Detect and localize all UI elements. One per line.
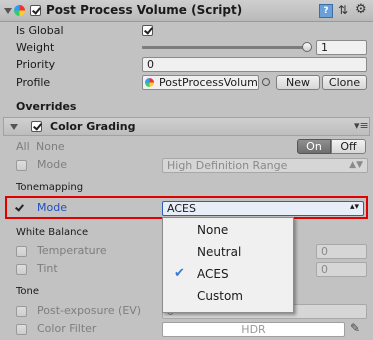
menu-item-aces[interactable]: ✔ ACES (163, 263, 293, 285)
is-global-checkbox[interactable] (142, 25, 153, 36)
tonemapping-mode-row: Mode ACES ▴▾ (0, 199, 373, 218)
post-exposure-override-checkbox[interactable] (16, 306, 27, 317)
color-filter-label: Color Filter (37, 322, 97, 335)
tint-override-checkbox[interactable] (16, 264, 27, 275)
menu-item-custom[interactable]: Custom (163, 285, 293, 307)
menu-item-aces-label: ACES (197, 267, 229, 281)
tonemapping-mode-label: Mode (37, 201, 67, 214)
help-icon[interactable]: ? (319, 4, 333, 18)
profile-label: Profile (16, 76, 51, 89)
tonemapping-mode-menu: None Neutral ✔ ACES Custom (162, 217, 294, 313)
color-grading-header[interactable]: Color Grading ▾≡ (3, 117, 370, 136)
is-global-label: Is Global (16, 24, 64, 37)
grading-mode-dropdown[interactable]: High Definition Range ▲▼ (162, 158, 368, 173)
color-filter-hdr-label: HDR (241, 323, 266, 336)
effect-foldout-icon[interactable] (10, 124, 18, 130)
off-button[interactable]: Off (331, 139, 366, 154)
weight-slider-thumb[interactable] (302, 42, 312, 52)
grading-mode-override-checkbox[interactable] (16, 160, 27, 171)
weight-input[interactable]: 1 (316, 40, 367, 55)
tonemapping-section-label: Tonemapping (16, 182, 84, 193)
menu-item-neutral[interactable]: Neutral (163, 241, 293, 263)
foldout-arrow-icon[interactable] (4, 8, 12, 14)
color-filter-swatch[interactable]: HDR (162, 322, 345, 337)
profile-object-field[interactable]: PostProcessVolum (142, 75, 259, 90)
preset-icon[interactable]: ⇅ (338, 3, 348, 17)
profile-asset-icon (145, 78, 154, 87)
object-picker-icon[interactable] (262, 78, 270, 86)
tonemapping-mode-value: ACES (167, 202, 196, 215)
dropdown-arrow-icon: ▴▾ (349, 202, 359, 212)
gear-icon[interactable]: ⚙ (355, 2, 367, 17)
menu-item-none[interactable]: None (163, 219, 293, 241)
clone-profile-button[interactable]: Clone (322, 75, 367, 90)
effect-menu-icon[interactable]: ▾≡ (354, 119, 369, 132)
priority-row: Priority 0 (0, 56, 373, 75)
grading-mode-label: Mode (37, 158, 67, 171)
tonemapping-mode-override-checkbox[interactable] (14, 203, 25, 214)
color-filter-override-checkbox[interactable] (16, 324, 27, 335)
temperature-input[interactable]: 0 (316, 244, 367, 259)
priority-label: Priority (16, 58, 56, 71)
menu-item-none-label: None (197, 223, 229, 237)
post-exposure-label: Post-exposure (EV) (37, 304, 142, 317)
on-button[interactable]: On (297, 139, 331, 154)
all-toggle-link[interactable]: All (16, 140, 30, 153)
grading-mode-value: High Definition Range (167, 159, 288, 172)
color-grading-enabled-checkbox[interactable] (31, 121, 42, 132)
color-filter-row: Color Filter HDR ✎ (0, 320, 373, 339)
profile-row: Profile PostProcessVolum New Clone (0, 74, 373, 93)
grading-mode-row: Mode High Definition Range ▲▼ (0, 156, 373, 175)
priority-input[interactable]: 0 (142, 57, 367, 72)
component-title: Post Process Volume (Script) (46, 3, 243, 17)
component-header: Post Process Volume (Script) ? ⇅ ⚙ (0, 0, 373, 22)
none-toggle-link[interactable]: None (36, 140, 65, 153)
temperature-label: Temperature (37, 244, 107, 257)
menu-item-custom-label: Custom (197, 289, 243, 303)
tonemapping-mode-dropdown[interactable]: ACES ▴▾ (162, 201, 364, 216)
tint-label: Tint (37, 262, 58, 275)
post-process-component-icon (14, 5, 25, 16)
temperature-override-checkbox[interactable] (16, 246, 27, 257)
new-profile-button[interactable]: New (276, 75, 320, 90)
eyedropper-icon[interactable]: ✎ (350, 321, 360, 335)
tint-input[interactable]: 0 (316, 262, 367, 277)
all-none-row: All None On Off (0, 138, 373, 157)
profile-value: PostProcessVolum (159, 76, 258, 89)
white-balance-section-label: White Balance (16, 227, 89, 238)
component-enabled-checkbox[interactable] (30, 5, 41, 16)
tone-section-label: Tone (16, 286, 40, 297)
weight-slider-track[interactable] (142, 46, 308, 49)
menu-item-neutral-label: Neutral (197, 245, 242, 259)
color-grading-title: Color Grading (50, 120, 136, 133)
overrides-title: Overrides (16, 100, 77, 113)
weight-label: Weight (16, 41, 55, 54)
checkmark-icon: ✔ (174, 266, 185, 281)
dropdown-arrow-icon: ▲▼ (349, 160, 363, 170)
